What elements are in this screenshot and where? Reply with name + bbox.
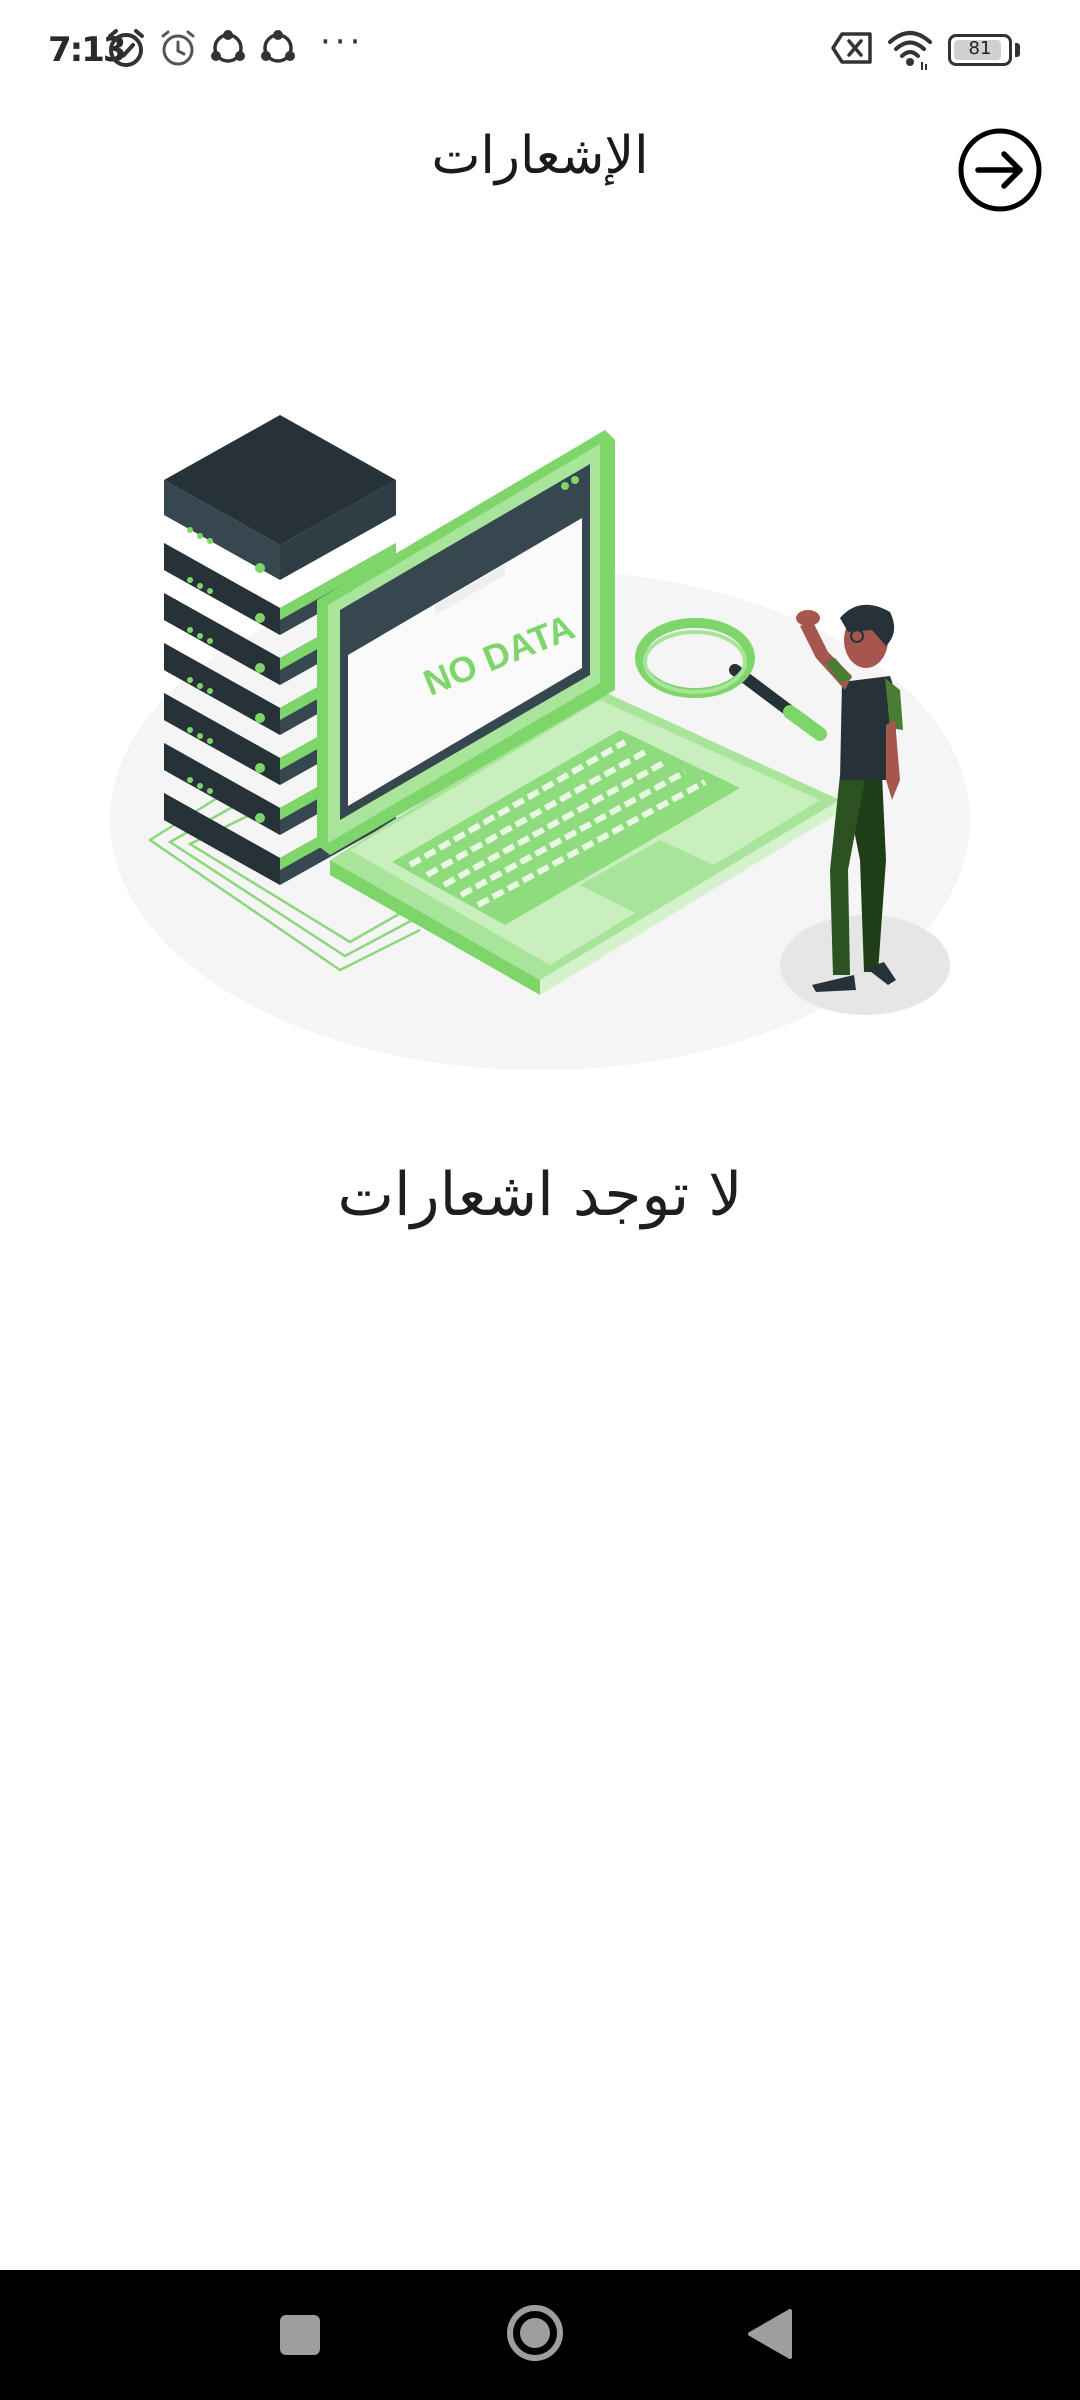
page-title: الإشعارات bbox=[431, 126, 649, 186]
recents-button[interactable] bbox=[230, 2270, 370, 2400]
overflow-dots: ··· bbox=[320, 22, 365, 62]
navigation-bar bbox=[0, 2270, 1080, 2400]
nav-back-button[interactable] bbox=[700, 2270, 840, 2400]
sync-icon bbox=[256, 26, 300, 74]
battery-icon: 81 bbox=[948, 34, 1012, 66]
status-bar: 7:13 ··· 81 bbox=[0, 0, 1080, 100]
arrow-right-circle-icon bbox=[958, 128, 1042, 212]
no-data-illustration: NO DATA bbox=[100, 326, 980, 1080]
battery-tip bbox=[1015, 43, 1020, 57]
battery-level: 81 bbox=[968, 38, 992, 59]
wifi-icon bbox=[886, 26, 934, 76]
home-button[interactable] bbox=[465, 2270, 605, 2400]
sync-icon bbox=[206, 26, 250, 74]
header: الإشعارات bbox=[0, 100, 1080, 240]
home-icon bbox=[507, 2305, 563, 2361]
back-button[interactable] bbox=[956, 126, 1044, 214]
alarm-check-icon bbox=[104, 26, 148, 74]
recents-icon bbox=[280, 2315, 320, 2355]
empty-state-message: لا توجد اشعارات bbox=[337, 1160, 743, 1230]
alarm-icon bbox=[156, 26, 200, 74]
back-triangle-icon bbox=[748, 2309, 792, 2359]
sim-off-icon bbox=[830, 26, 876, 74]
